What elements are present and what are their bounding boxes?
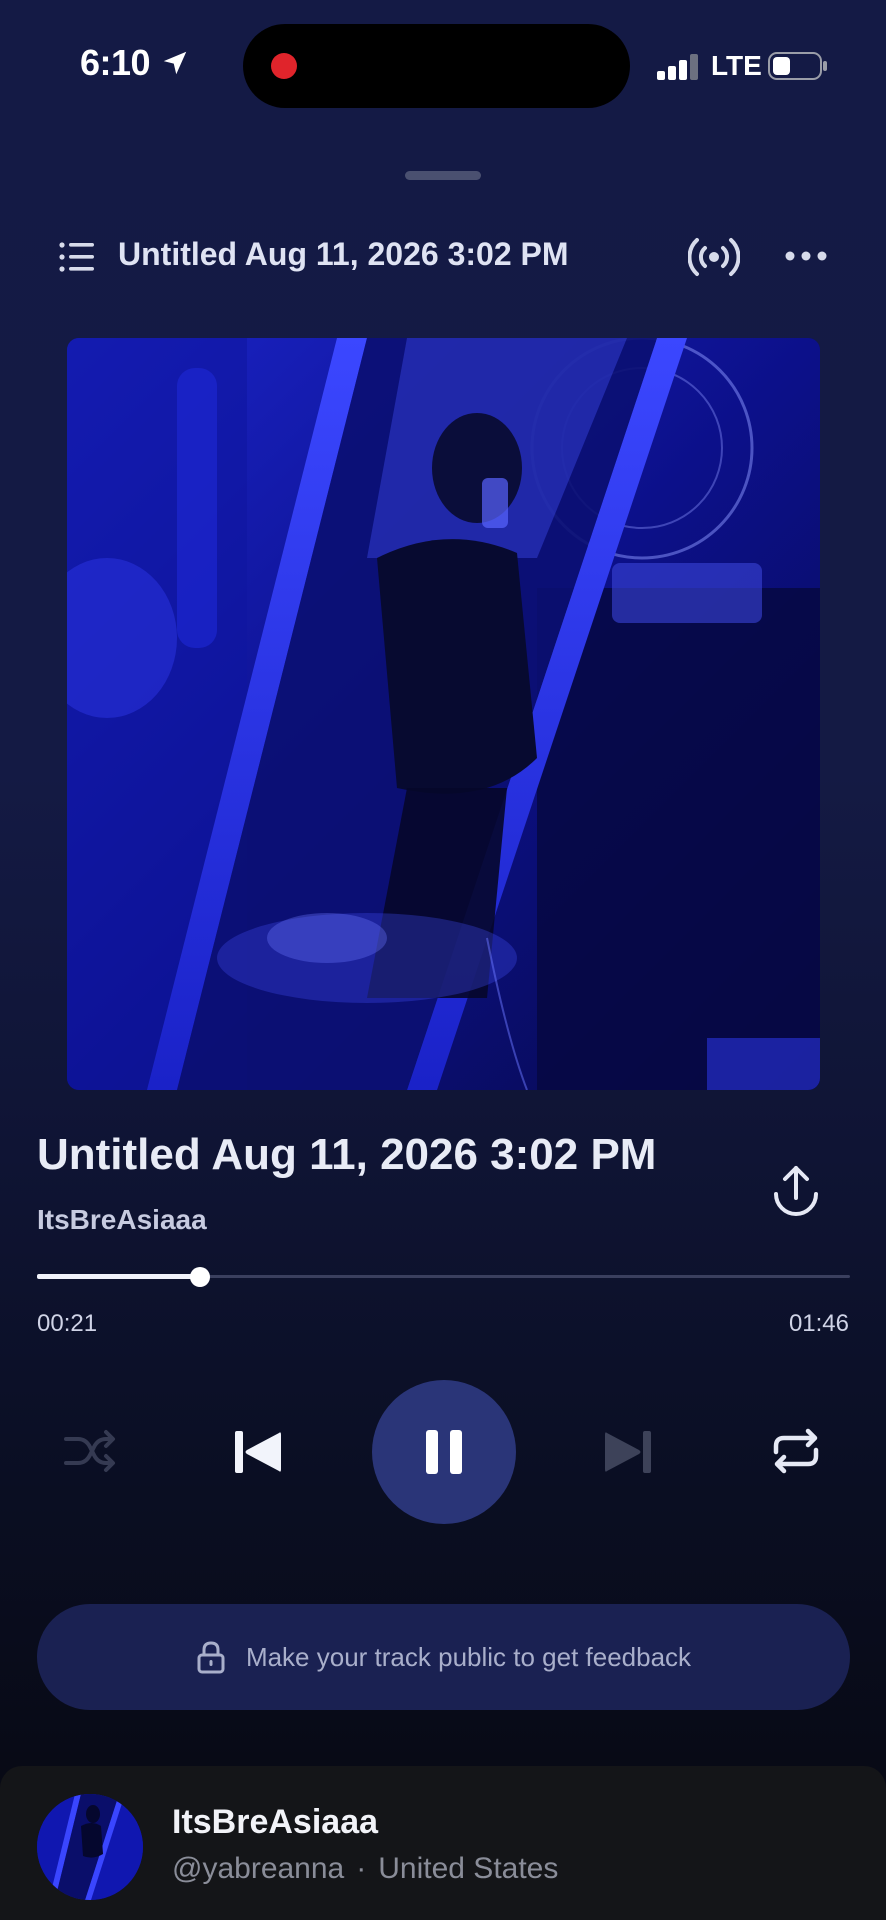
next-icon xyxy=(605,1431,651,1473)
sheet-grabber[interactable] xyxy=(405,171,481,180)
repeat-icon xyxy=(773,1428,819,1474)
shuffle-icon xyxy=(64,1430,115,1472)
profile-location: United States xyxy=(378,1852,559,1885)
track-title: Untitled Aug 11, 2026 3:02 PM xyxy=(37,1130,657,1179)
make-public-banner[interactable]: Make your track public to get feedback xyxy=(37,1604,850,1710)
feedback-text: Make your track public to get feedback xyxy=(245,1641,692,1672)
avatar-image xyxy=(37,1794,143,1900)
previous-icon xyxy=(235,1431,281,1473)
album-artwork xyxy=(67,338,820,1090)
track-artist[interactable]: ItsBreAsiaaa xyxy=(37,1204,207,1236)
broadcast-icon[interactable] xyxy=(688,236,740,278)
repeat-button[interactable] xyxy=(766,1424,826,1478)
meta-separator: · xyxy=(356,1852,367,1885)
progress-knob[interactable] xyxy=(189,1267,210,1287)
total-duration: 01:46 xyxy=(788,1310,849,1337)
pause-button[interactable] xyxy=(372,1380,516,1524)
header-title: Untitled Aug 11, 2026 3:02 PM xyxy=(118,236,569,272)
next-button[interactable] xyxy=(598,1422,658,1482)
battery-icon xyxy=(768,52,827,80)
lock-icon xyxy=(197,1641,225,1674)
location-arrow-icon xyxy=(163,51,187,75)
profile-name[interactable]: ItsBreAsiaaa xyxy=(172,1803,378,1842)
network-type: LTE xyxy=(711,50,762,81)
artwork-image xyxy=(67,338,820,1090)
share-icon[interactable] xyxy=(770,1164,822,1218)
more-icon[interactable] xyxy=(784,246,828,266)
avatar[interactable] xyxy=(37,1794,143,1900)
status-time: 6:10 xyxy=(80,42,151,83)
profile-handle[interactable]: @yabreanna xyxy=(172,1852,344,1885)
recording-indicator xyxy=(271,53,297,79)
progress-fill xyxy=(37,1274,200,1279)
signal-bars-icon xyxy=(657,54,698,80)
profile-meta: @yabreanna · United States xyxy=(172,1852,558,1886)
elapsed-time: 00:21 xyxy=(37,1310,98,1337)
previous-button[interactable] xyxy=(228,1422,288,1482)
list-icon[interactable] xyxy=(58,240,94,274)
shuffle-button[interactable] xyxy=(60,1424,120,1478)
pause-icon xyxy=(426,1430,462,1474)
dynamic-island xyxy=(243,24,630,108)
